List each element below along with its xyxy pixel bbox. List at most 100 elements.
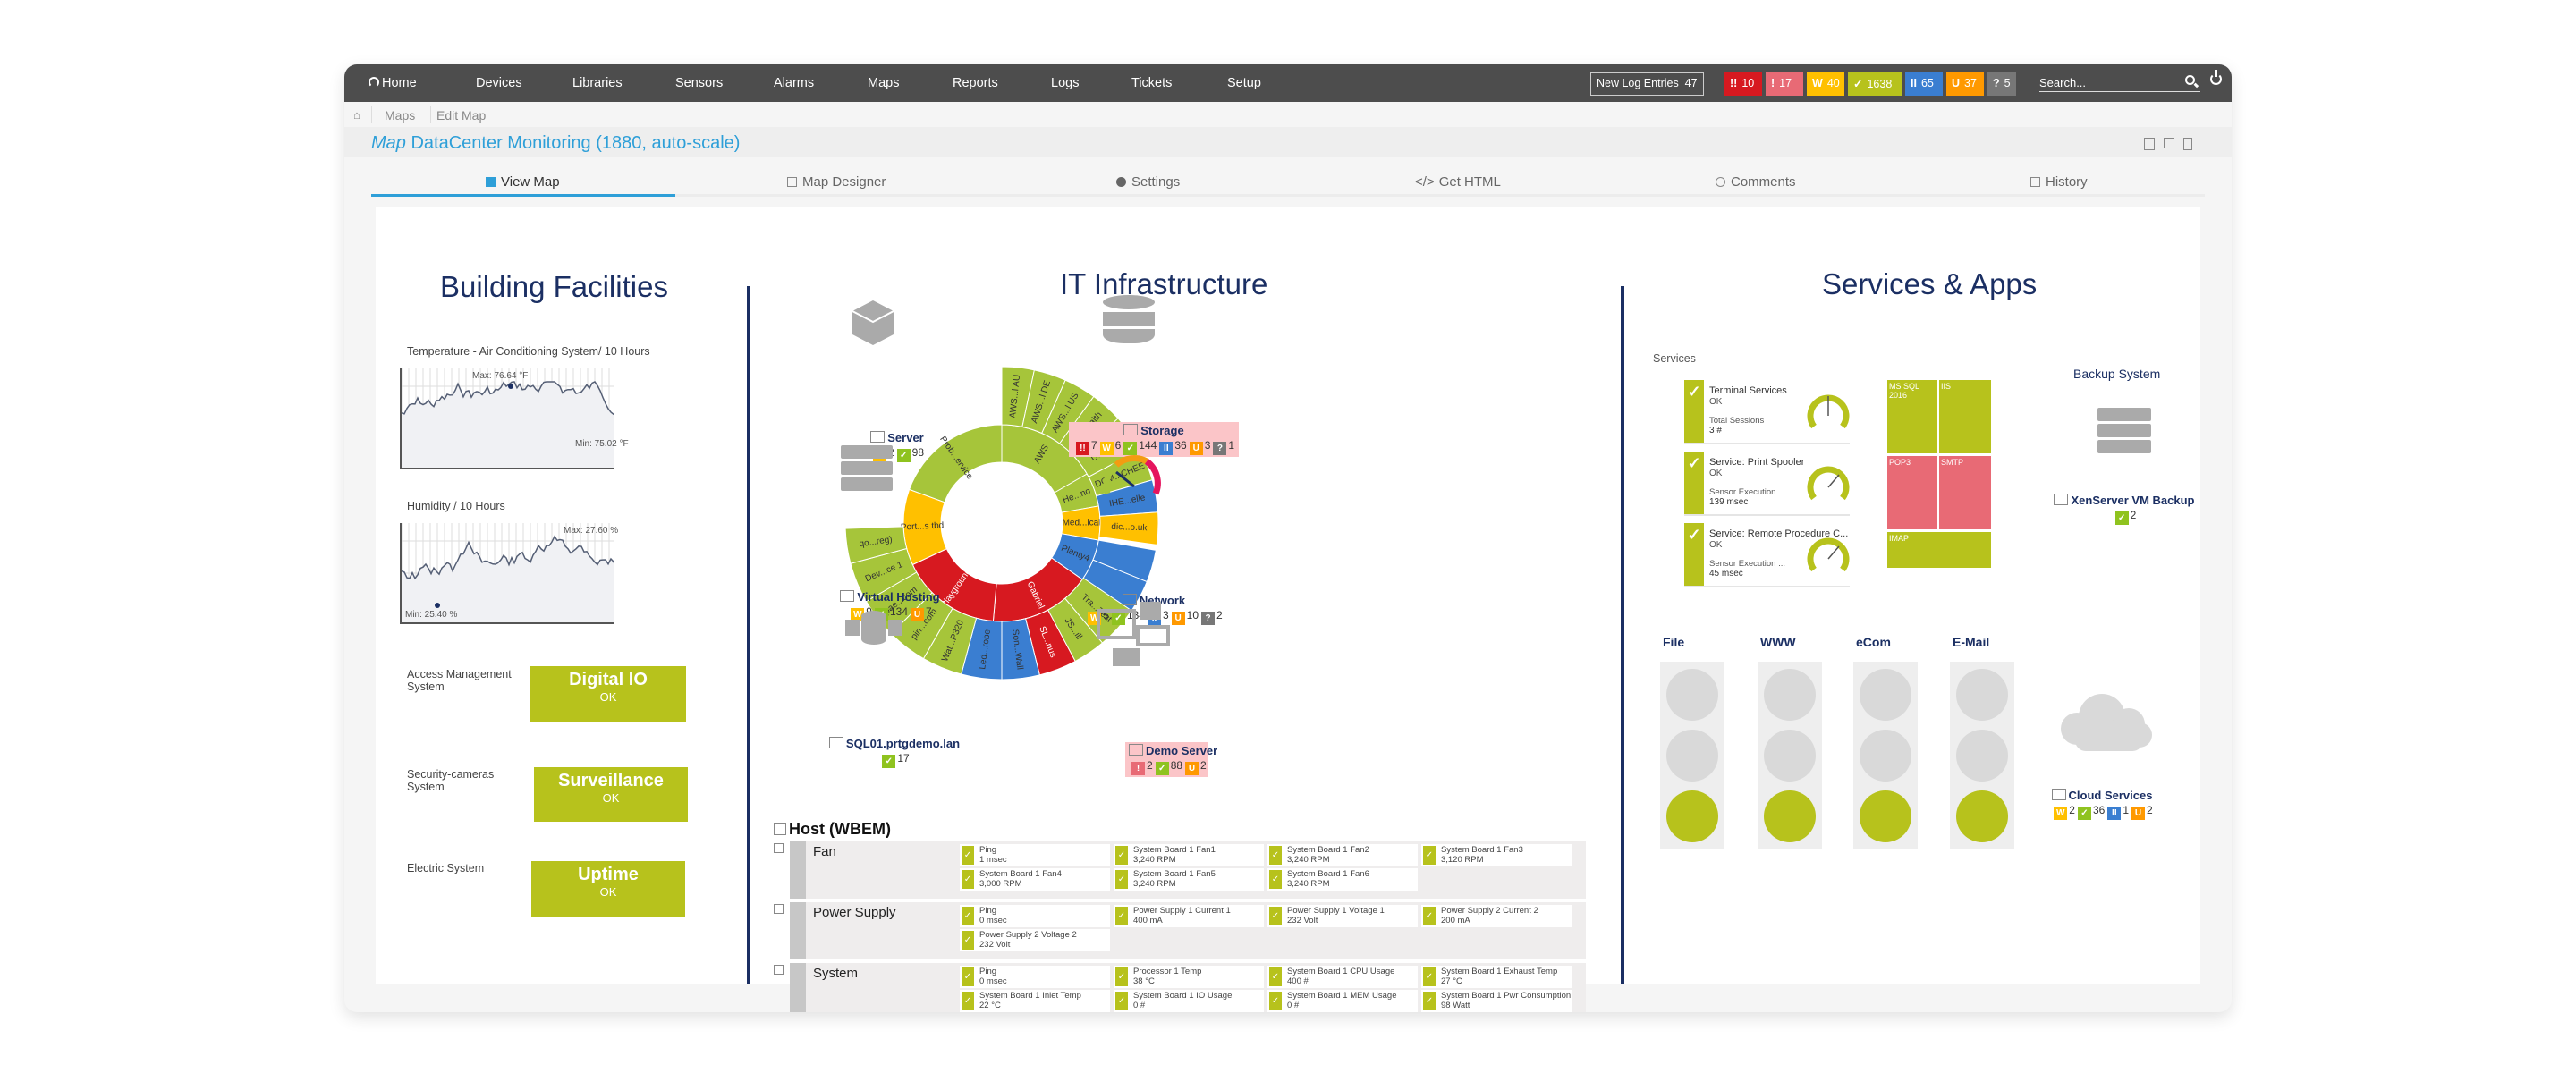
status-count-badge[interactable]: ✓ 1638 <box>1848 72 1902 96</box>
sensor-tile[interactable]: Power Supply 1 Voltage 1232 Volt <box>1267 905 1418 927</box>
status-badge-w[interactable]: W <box>2054 807 2068 820</box>
sensor-tile[interactable]: Processor 1 Temp38 °C <box>1114 966 1264 988</box>
nav-home[interactable]: Home <box>369 76 417 90</box>
logout-power-icon[interactable] <box>2210 70 2222 85</box>
sensor-tile[interactable]: System Board 1 MEM Usage0 # <box>1267 990 1418 1012</box>
sensor-value: 232 Volt <box>1287 916 1318 925</box>
device-sql01-prtgdemo-lan[interactable]: SQL01.prtgdemo.lan ✓ 17 <box>805 737 984 768</box>
status-badge-ok[interactable]: ✓ <box>2114 511 2129 525</box>
service-sensor-tile[interactable]: ✓ Terminal Services OK Total Sessions 3 # <box>1684 380 1850 444</box>
status-count-badge[interactable]: U 37 <box>1946 72 1984 96</box>
treemap-tile[interactable]: SMTP <box>1939 456 1991 529</box>
status-badge-u[interactable]: U <box>2131 807 2146 820</box>
status-badge-x[interactable]: ! <box>1131 762 1145 775</box>
status-badge-ok[interactable]: ✓ <box>882 755 896 768</box>
server-rack-icon <box>2097 408 2151 453</box>
status-badge-p[interactable]: II <box>2107 807 2122 820</box>
sensor-tile[interactable]: System Board 1 Pwr Consumption98 Watt <box>1421 990 1572 1012</box>
sensor-tile[interactable]: System Board 1 IO Usage0 # <box>1114 990 1264 1012</box>
export-icon[interactable] <box>2144 138 2155 150</box>
nav-setup[interactable]: Setup <box>1227 76 1261 90</box>
collapse-icon[interactable] <box>774 843 784 853</box>
device-name: Server <box>808 431 987 444</box>
status-tile-digital-io[interactable]: Digital IO OK <box>530 666 686 722</box>
home-icon[interactable]: ⌂ <box>353 108 360 122</box>
collapse-icon[interactable] <box>774 965 784 975</box>
email-icon[interactable] <box>2164 138 2174 148</box>
treemap-tile[interactable]: IIS <box>1939 380 1991 453</box>
status-badge-ok[interactable]: ✓ <box>2077 807 2091 820</box>
treemap-tile[interactable]: MS SQL 2016 <box>1887 380 1937 453</box>
status-count-badge[interactable]: !! 10 <box>1724 72 1762 96</box>
treemap: MS SQL 2016 IIS POP3 SMTP IMAP <box>1887 380 1991 568</box>
nav-reports[interactable]: Reports <box>953 76 998 90</box>
sensor-tile[interactable]: System Board 1 Exhaust Temp27 °C <box>1421 966 1572 988</box>
status-count-badge[interactable]: W 40 <box>1807 72 1844 96</box>
nav-logs[interactable]: Logs <box>1051 76 1079 90</box>
sensor-tile[interactable]: Power Supply 2 Current 2200 mA <box>1421 905 1572 927</box>
status-tile-uptime[interactable]: Uptime OK <box>531 861 685 917</box>
light-green <box>1764 790 1816 842</box>
nav-alarms[interactable]: Alarms <box>774 76 814 90</box>
sensor-tile[interactable]: System Board 1 Fan43,000 RPM <box>960 868 1110 891</box>
breadcrumb-maps[interactable]: Maps <box>385 108 415 123</box>
sensor-tile[interactable]: System Board 1 Fan23,240 RPM <box>1267 844 1418 866</box>
tab-settings[interactable]: Settings <box>1116 174 1180 190</box>
sensor-tile[interactable]: Power Supply 2 Voltage 2232 Volt <box>960 929 1110 951</box>
sensor-tile[interactable]: Ping1 msec <box>960 844 1110 866</box>
device-cloud-services[interactable]: Cloud Services W 2 ✓ 36 II 1 U 2 <box>2035 789 2169 820</box>
sensor-tile[interactable]: System Board 1 Inlet Temp22 °C <box>960 990 1110 1012</box>
status-badge-u[interactable]: U <box>1189 442 1203 455</box>
tab-get-html[interactable]: </> Get HTML <box>1415 174 1501 190</box>
device-server[interactable]: Server W2✓98 <box>808 431 987 462</box>
traffic-light-ecom[interactable] <box>1853 662 1918 849</box>
sensor-tile[interactable]: System Board 1 Fan63,240 RPM <box>1267 868 1418 891</box>
status-badge-ok[interactable]: ✓ <box>896 449 911 462</box>
treemap-tile[interactable]: IMAP <box>1887 532 1991 568</box>
nav-devices[interactable]: Devices <box>476 76 522 90</box>
traffic-light-www[interactable] <box>1758 662 1822 849</box>
nav-tickets[interactable]: Tickets <box>1131 76 1172 90</box>
status-badge-q[interactable]: ? <box>1213 442 1227 455</box>
status-badge-u[interactable]: U <box>1185 762 1199 775</box>
nav-libraries[interactable]: Libraries <box>572 76 623 90</box>
status-count-badge[interactable]: ! 17 <box>1766 72 1803 96</box>
status-badge-ok[interactable]: ✓ <box>1155 762 1169 775</box>
tab-map-designer[interactable]: Map Designer <box>787 174 886 190</box>
tab-view-map[interactable]: View Map <box>486 174 560 190</box>
search-icon[interactable] <box>2185 75 2195 85</box>
status-badge-e[interactable]: !! <box>1075 442 1089 455</box>
sensor-tile[interactable]: Ping0 msec <box>960 966 1110 988</box>
collapse-icon[interactable] <box>774 904 784 914</box>
service-sensor-tile[interactable]: ✓ Service: Print Spooler OK Sensor Executio… <box>1684 452 1850 516</box>
service-sensor-tile[interactable]: ✓ Service: Remote Procedure C... OK Sensor … <box>1684 523 1850 587</box>
tab-history[interactable]: History <box>2030 174 2088 190</box>
tab-comments[interactable]: Comments <box>1716 174 1796 190</box>
status-tile-surveillance[interactable]: Surveillance OK <box>534 767 688 822</box>
new-log-entries-button[interactable]: New Log Entries 47 <box>1590 72 1704 96</box>
device-demo-server[interactable]: Demo Server! 2 ✓ 88 U 2 <box>1125 742 1217 777</box>
sensor-tile[interactable]: System Board 1 CPU Usage400 # <box>1267 966 1418 988</box>
sensor-tile[interactable]: System Board 1 Fan13,240 RPM <box>1114 844 1264 866</box>
sensor-tile[interactable]: System Board 1 Fan33,120 RPM <box>1421 844 1572 866</box>
database-icon <box>1103 295 1155 347</box>
sunburst-label: Med...ical <box>1063 519 1101 528</box>
search-input[interactable]: Search... <box>2039 76 2200 92</box>
status-count-badge[interactable]: II 65 <box>1905 72 1943 96</box>
traffic-light-file[interactable] <box>1660 662 1724 849</box>
trash-icon[interactable] <box>2183 138 2192 150</box>
nav-maps[interactable]: Maps <box>868 76 899 90</box>
sensor-tile[interactable]: System Board 1 Fan53,240 RPM <box>1114 868 1264 891</box>
service-value: 3 # <box>1709 426 1722 435</box>
sensor-tile[interactable]: Ping0 msec <box>960 905 1110 927</box>
status-count-badge[interactable]: ? 5 <box>1987 72 2016 96</box>
nav-sensors[interactable]: Sensors <box>675 76 723 90</box>
light-yellow <box>1860 730 1911 782</box>
device-xenserver-backup[interactable]: XenServer VM Backup ✓ 2 <box>2044 494 2205 525</box>
sensor-value: 1 msec <box>979 855 1007 865</box>
traffic-light-e-mail[interactable] <box>1950 662 2014 849</box>
status-badge-q[interactable]: ? <box>1201 612 1216 625</box>
temperature-sparkline[interactable] <box>400 368 614 469</box>
treemap-tile[interactable]: POP3 <box>1887 456 1937 529</box>
sensor-tile[interactable]: Power Supply 1 Current 1400 mA <box>1114 905 1264 927</box>
